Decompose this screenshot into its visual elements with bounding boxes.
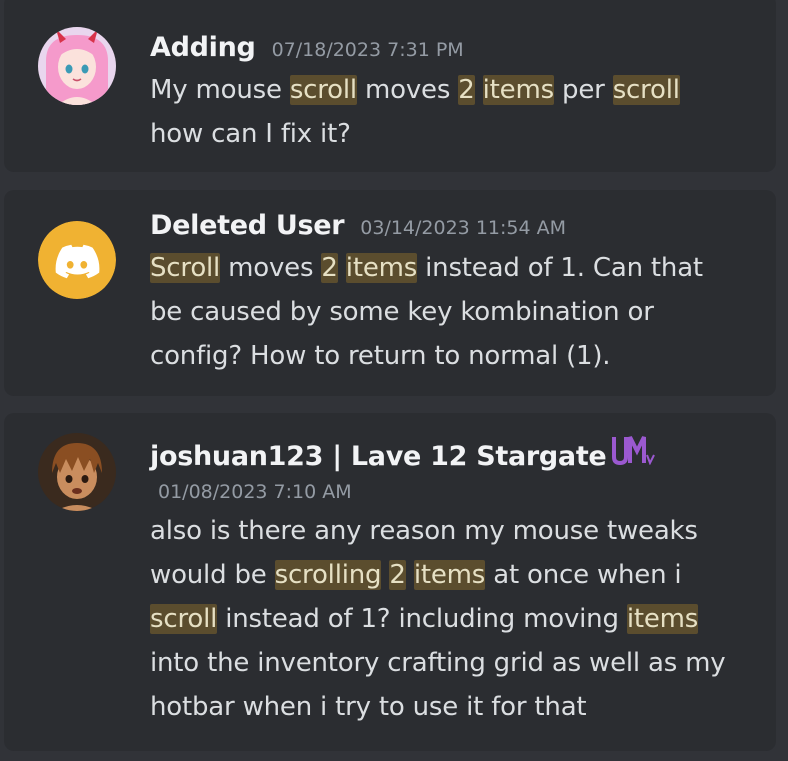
avatar[interactable] xyxy=(38,433,116,511)
message-content: My mouse scroll moves 2 items per scroll… xyxy=(150,68,736,156)
avatar[interactable] xyxy=(38,221,116,299)
search-highlight: scroll xyxy=(289,75,357,105)
search-result-card[interactable]: Adding 07/18/2023 7:31 PM My mouse scrol… xyxy=(4,0,776,172)
search-highlight: scroll xyxy=(612,75,680,105)
username[interactable]: Adding xyxy=(150,30,256,66)
search-highlight: items xyxy=(345,253,418,283)
message-content: Scroll moves 2 items instead of 1. Can t… xyxy=(150,246,736,378)
search-highlight: items xyxy=(482,75,554,105)
role-badge-icon xyxy=(612,436,656,465)
message-text: how can I fix it? xyxy=(150,119,351,149)
search-highlight: scroll xyxy=(150,604,218,634)
message-content: also is there any reason my mouse tweaks… xyxy=(150,509,736,729)
search-highlight: 2 xyxy=(389,560,406,590)
search-highlight: Scroll xyxy=(150,253,221,283)
avatar[interactable] xyxy=(38,27,116,105)
search-result-card[interactable]: joshuan123 | Lave 12 Stargate 01/08/2023… xyxy=(4,413,776,751)
search-highlight: 2 xyxy=(321,253,338,283)
message-text xyxy=(338,253,346,283)
message-text xyxy=(475,75,483,105)
timestamp: 01/08/2023 7:10 AM xyxy=(158,481,352,503)
search-highlight: items xyxy=(413,560,486,590)
message-text: at once when i xyxy=(485,560,682,590)
message-text: moves xyxy=(356,75,459,105)
username[interactable]: joshuan123 | Lave 12 Stargate xyxy=(150,439,607,475)
search-results: Adding 07/18/2023 7:31 PM My mouse scrol… xyxy=(0,0,788,761)
search-highlight: scrolling xyxy=(274,560,382,590)
search-result-card[interactable]: Deleted User 03/14/2023 11:54 AM Scroll … xyxy=(4,190,776,396)
anime-boy-avatar-icon xyxy=(38,433,116,511)
search-highlight: items xyxy=(626,604,699,634)
message-text: per xyxy=(553,75,613,105)
message-text: instead of 1? including moving xyxy=(217,604,627,634)
message-text xyxy=(406,560,414,590)
username[interactable]: Deleted User xyxy=(150,208,345,244)
message-text: moves xyxy=(220,253,322,283)
search-highlight: 2 xyxy=(458,75,475,105)
timestamp: 03/14/2023 11:54 AM xyxy=(360,217,566,239)
message-text: into the inventory crafting grid as well… xyxy=(150,648,726,722)
discord-logo-icon xyxy=(38,221,116,299)
anime-girl-avatar-icon xyxy=(38,27,116,105)
message-text: My mouse xyxy=(150,75,290,105)
timestamp: 07/18/2023 7:31 PM xyxy=(271,39,464,61)
